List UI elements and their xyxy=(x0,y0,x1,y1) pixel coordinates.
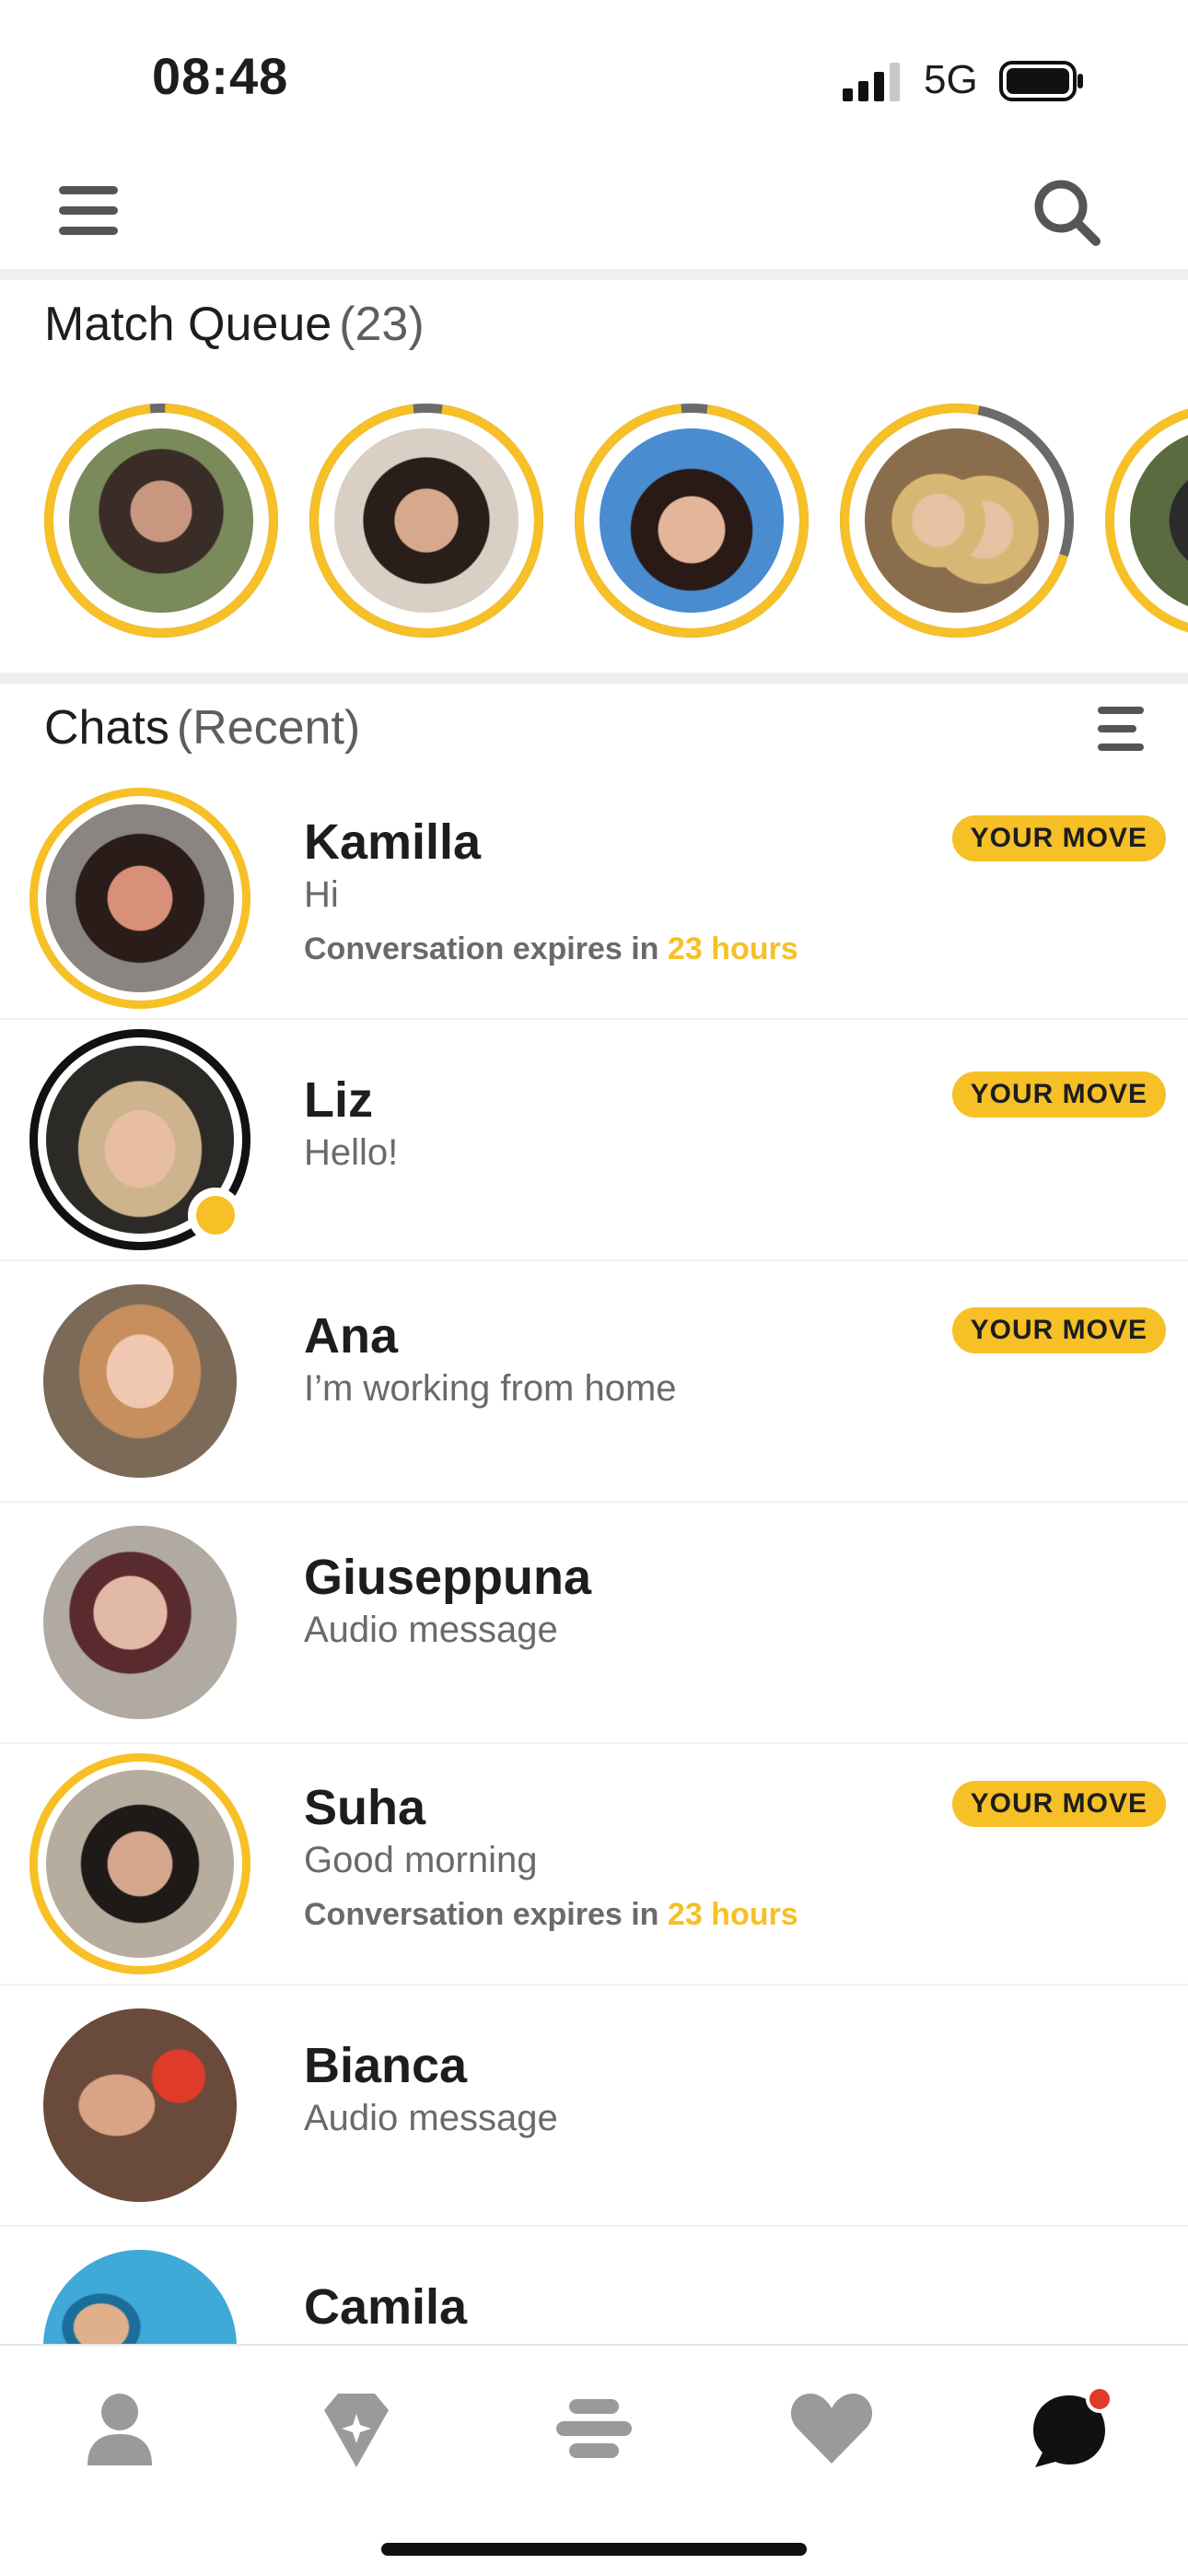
chat-name: Suha xyxy=(304,1780,426,1835)
avatar[interactable] xyxy=(29,1753,250,1974)
match-photo xyxy=(600,428,784,613)
your-move-badge: YOUR MOVE xyxy=(951,815,1166,861)
battery-icon xyxy=(999,61,1083,101)
avatar[interactable] xyxy=(29,2236,250,2345)
avatar[interactable] xyxy=(29,1029,250,1250)
chat-expiry: Conversation expires in 23 hours xyxy=(304,1897,798,1933)
divider xyxy=(0,269,1188,280)
match-queue-item[interactable] xyxy=(1102,401,1188,640)
sort-lines-icon[interactable] xyxy=(1094,705,1147,753)
top-header xyxy=(0,147,1188,267)
profile-icon[interactable] xyxy=(69,2383,170,2475)
your-move-badge: YOUR MOVE xyxy=(951,1071,1166,1118)
people-stack-icon[interactable] xyxy=(543,2383,645,2475)
match-queue-item[interactable] xyxy=(307,401,546,640)
chat-row-ana[interactable]: Ana I’m working from home YOUR MOVE xyxy=(0,1261,1188,1503)
chats-label: Chats xyxy=(44,701,169,755)
expiry-label: Conversation expires in xyxy=(304,1897,659,1932)
bottom-navigation xyxy=(0,2344,1188,2576)
chat-last-message: Audio message xyxy=(304,1610,558,1650)
chat-name: Giuseppuna xyxy=(304,1550,592,1605)
expiry-value: 23 hours xyxy=(667,1897,798,1932)
match-queue-item[interactable] xyxy=(572,401,811,640)
avatar-photo xyxy=(43,1526,237,1719)
chat-name: Kamilla xyxy=(304,814,482,870)
chats-title: Chats (Recent) xyxy=(44,700,360,755)
avatar-photo xyxy=(46,804,234,992)
discover-diamond-icon[interactable] xyxy=(306,2383,407,2475)
status-bar: 08:48 5G xyxy=(0,0,1188,147)
expiry-label: Conversation expires in xyxy=(304,931,659,966)
chat-row-suha[interactable]: Suha Good morning Conversation expires i… xyxy=(0,1744,1188,1985)
chat-name: Ana xyxy=(304,1308,399,1364)
divider xyxy=(0,673,1188,684)
chat-row-giuseppuna[interactable]: Giuseppuna Audio message xyxy=(0,1503,1188,1744)
expiry-value: 23 hours xyxy=(667,931,798,966)
avatar[interactable] xyxy=(29,1270,250,1492)
hamburger-menu-icon[interactable] xyxy=(57,182,122,240)
avatar-photo xyxy=(43,2008,237,2202)
avatar[interactable] xyxy=(29,788,250,1009)
avatar-photo xyxy=(43,1284,237,1478)
chat-row-camila[interactable]: Camila xyxy=(0,2227,1188,2345)
match-queue-item[interactable] xyxy=(41,401,281,640)
chat-row-kamilla[interactable]: Kamilla Hi Conversation expires in 23 ho… xyxy=(0,779,1188,1020)
chat-name: Camila xyxy=(304,2279,468,2335)
avatar[interactable] xyxy=(29,1995,250,2216)
match-photo xyxy=(334,428,518,613)
online-indicator xyxy=(188,1188,243,1243)
status-time: 08:48 xyxy=(152,47,289,105)
chats-subtitle: (Recent) xyxy=(176,701,361,755)
match-queue-title: Match Queue (23) xyxy=(44,297,425,352)
chat-last-message: Good morning xyxy=(304,1840,538,1880)
match-queue-label: Match Queue xyxy=(44,298,332,351)
cellular-signal-icon xyxy=(843,63,900,101)
chat-row-bianca[interactable]: Bianca Audio message xyxy=(0,1985,1188,2227)
network-type: 5G xyxy=(924,57,978,102)
chat-name: Liz xyxy=(304,1072,373,1128)
match-photo xyxy=(865,428,1049,613)
match-photo xyxy=(69,428,253,613)
home-indicator xyxy=(381,2543,807,2556)
chat-last-message: Audio message xyxy=(304,2098,558,2138)
chat-expiry: Conversation expires in 23 hours xyxy=(304,931,798,967)
chat-last-message: Hi xyxy=(304,874,339,915)
match-queue-count: (23) xyxy=(339,298,425,351)
your-move-badge: YOUR MOVE xyxy=(951,1781,1166,1827)
match-queue-carousel[interactable] xyxy=(0,392,1188,650)
avatar-photo xyxy=(43,2250,237,2345)
chat-row-liz[interactable]: Liz Hello! YOUR MOVE xyxy=(0,1020,1188,1261)
avatar-photo xyxy=(46,1770,234,1958)
search-icon[interactable] xyxy=(1030,175,1103,249)
chat-last-message: I’m working from home xyxy=(304,1368,677,1409)
chat-list[interactable]: Kamilla Hi Conversation expires in 23 ho… xyxy=(0,779,1188,2345)
chat-bubble-icon[interactable] xyxy=(1019,2383,1120,2475)
notification-dot xyxy=(1086,2385,1113,2413)
match-queue-item[interactable] xyxy=(837,401,1077,640)
chat-name: Bianca xyxy=(304,2038,468,2093)
avatar[interactable] xyxy=(29,1512,250,1733)
heart-icon[interactable] xyxy=(781,2383,882,2475)
chat-last-message: Hello! xyxy=(304,1132,399,1173)
your-move-badge: YOUR MOVE xyxy=(951,1307,1166,1353)
